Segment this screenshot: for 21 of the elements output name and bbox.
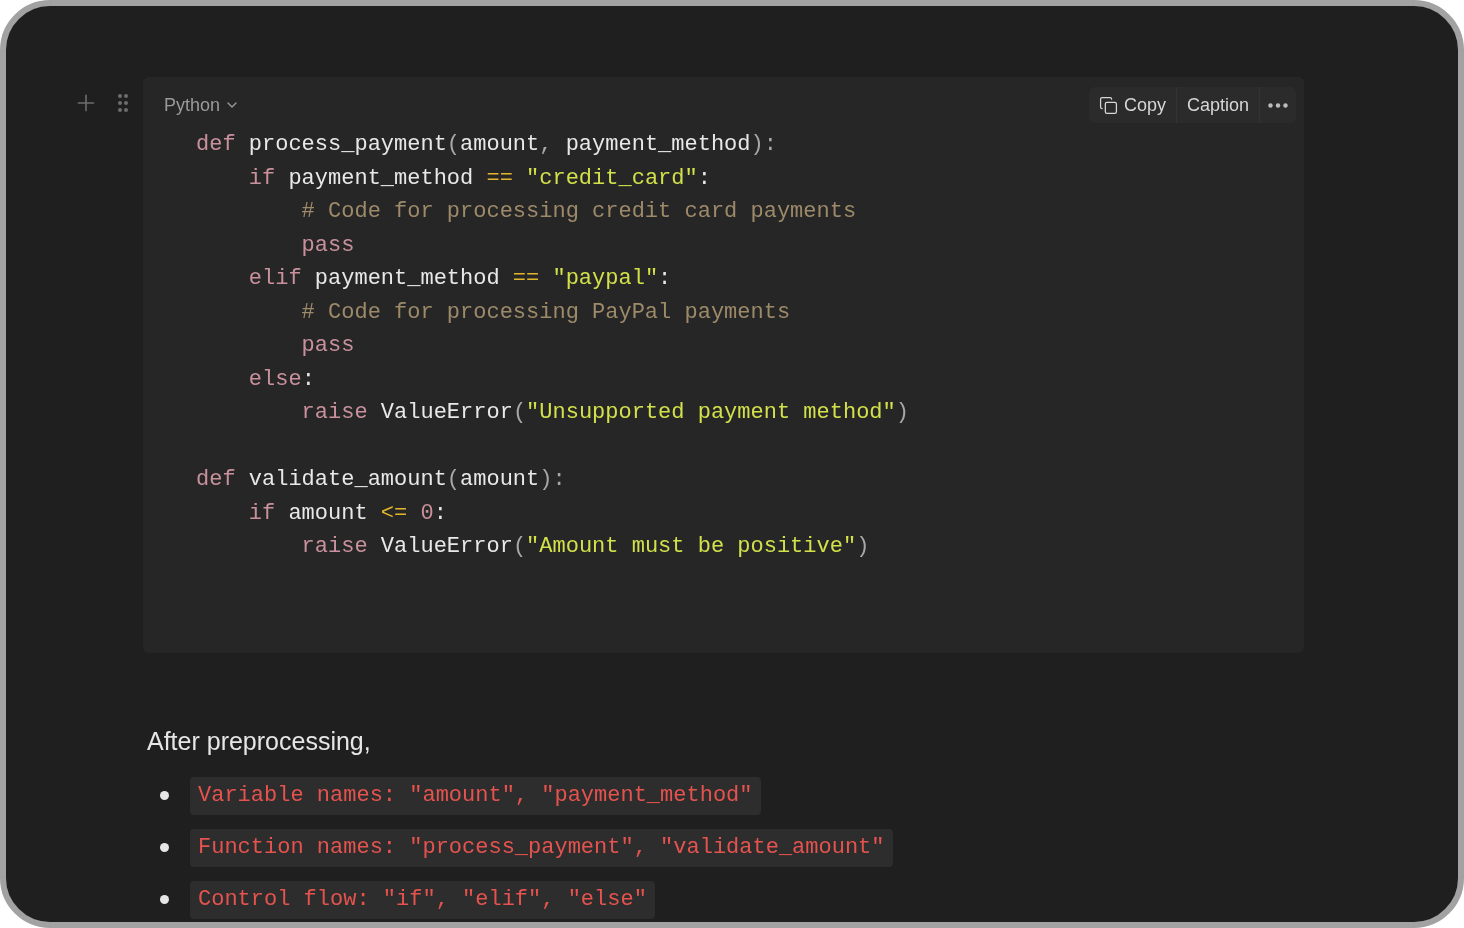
copy-icon [1098, 95, 1118, 115]
inline-code: Control flow: "if", "elif", "else" [190, 880, 655, 919]
code-line: raise ValueError("Unsupported payment method") [300, 399, 909, 427]
code-line: # Code for processing credit card payments [300, 198, 857, 226]
code-line: else: [247, 365, 315, 394]
code-line: def process_payment(amount, payment_method): [196, 131, 777, 159]
code-line: # Code for processing PayPal payments [300, 298, 791, 327]
code-line: elif payment_method == "paypal": [247, 265, 672, 293]
inline-code: Function names: "process_payment", "validate_amount" [190, 828, 893, 867]
code-line: if payment_method == "credit_card": [247, 164, 711, 193]
caption-button[interactable]: Caption [1175, 87, 1259, 123]
code-line: pass [300, 332, 355, 360]
inline-code: Variable names: "amount", "payment_method" [190, 776, 761, 815]
code-line: def validate_amount(amount): [196, 466, 566, 494]
copy-button[interactable]: Copy [1088, 87, 1176, 123]
code-line: pass [300, 231, 355, 260]
language-selector[interactable]: Python [164, 91, 241, 119]
code-line: raise ValueError("Amount must be positive") [300, 533, 870, 561]
code-line: if amount <= 0: [247, 499, 447, 528]
paragraph: After preprocessing, [147, 726, 371, 757]
more-icon [1268, 102, 1288, 108]
